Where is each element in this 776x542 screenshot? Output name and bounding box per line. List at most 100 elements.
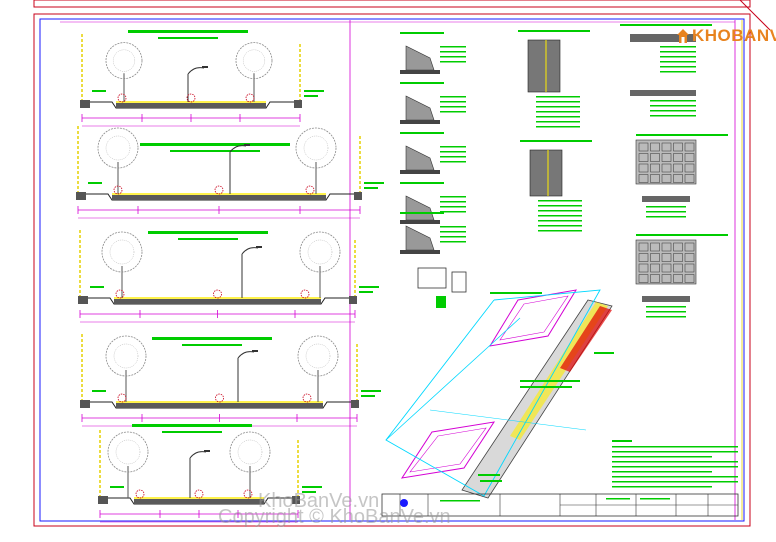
detail-note — [440, 226, 466, 228]
detail-3 — [400, 132, 466, 174]
paver-grid-2 — [635, 234, 728, 318]
marker-0 — [117, 393, 127, 403]
layer-note — [650, 110, 696, 112]
layer-note — [660, 66, 696, 68]
notes-and-title-block — [381, 440, 739, 517]
paver-note — [646, 206, 686, 208]
detail-note — [440, 241, 466, 243]
plan-label — [490, 292, 542, 294]
paver-note — [646, 216, 686, 218]
isometric-plan — [385, 289, 614, 499]
street-lamp-head — [256, 246, 262, 248]
road-pavement — [116, 103, 266, 108]
marker-1 — [215, 393, 224, 403]
detail-note — [440, 161, 466, 163]
curb-left — [98, 496, 108, 504]
detail-hatch — [405, 145, 435, 171]
layer-note — [538, 215, 582, 217]
layer-note — [536, 126, 580, 128]
marker-2 — [302, 393, 312, 403]
curb-left — [76, 192, 86, 200]
paver-note — [646, 311, 686, 313]
callout-bar — [304, 90, 324, 92]
layer-note — [538, 200, 582, 202]
detail-note — [440, 61, 466, 63]
detail-title — [400, 182, 444, 184]
section-title — [128, 30, 248, 33]
detail-hatch — [405, 195, 435, 221]
curb-right — [294, 100, 302, 108]
grid-title — [636, 134, 728, 136]
detail-note — [440, 236, 466, 238]
layer-note — [538, 205, 582, 207]
detail-note — [440, 201, 466, 203]
plan-label — [520, 386, 572, 388]
callout-bar — [88, 182, 102, 184]
outer-frame-top — [33, 0, 751, 8]
detail-note — [440, 101, 466, 103]
layer-note — [650, 105, 696, 107]
note-line — [612, 461, 738, 463]
plan-label — [594, 352, 614, 354]
tree-1-crown-inner — [112, 49, 136, 72]
note-line — [612, 471, 712, 473]
layer-note — [536, 101, 580, 103]
layer-note — [650, 100, 696, 102]
layer-note — [538, 230, 582, 232]
curb-right — [351, 400, 359, 408]
plan-label — [480, 480, 502, 482]
note-line — [612, 456, 712, 458]
section-subtitle — [162, 431, 222, 433]
layer-block — [527, 39, 561, 93]
marker-2 — [243, 489, 253, 499]
house-icon — [677, 29, 689, 43]
layer-title — [520, 140, 592, 142]
layer-note — [538, 210, 582, 212]
note-line — [612, 451, 738, 453]
tree-1-crown-inner — [113, 343, 139, 369]
section-subtitle — [158, 37, 218, 39]
tree-2-crown-inner — [303, 135, 329, 161]
detail-note — [440, 146, 466, 148]
detail-note — [440, 106, 466, 108]
callout-bar — [361, 395, 375, 397]
detail-base — [400, 120, 440, 124]
detail-title — [400, 212, 444, 214]
detail-note — [440, 151, 466, 153]
callout-bar — [304, 95, 318, 97]
detail-hatch — [405, 95, 435, 121]
watermark-line-2: Copyright © KhoBanVe.vn — [218, 506, 451, 528]
paver-section — [642, 196, 690, 202]
layer-block — [529, 149, 563, 197]
curb-left — [80, 400, 90, 408]
planter-top-inner — [499, 295, 569, 341]
road-pavement — [114, 299, 321, 304]
detail-title — [400, 132, 444, 134]
detail-note — [440, 46, 466, 48]
callout-bar — [364, 182, 384, 184]
title-text — [440, 500, 480, 502]
street-lamp-arm — [189, 451, 207, 459]
title-text — [640, 498, 670, 500]
marker-1 — [194, 489, 204, 499]
paver-note — [646, 316, 686, 318]
street-lamp-head — [202, 66, 208, 68]
callout-bar — [110, 486, 124, 488]
note-line — [612, 476, 738, 478]
detail-1 — [400, 32, 466, 74]
detail-drawings — [400, 24, 728, 318]
tree-2-crown-inner — [237, 439, 263, 465]
curb-right — [349, 296, 357, 304]
section-title — [148, 231, 268, 234]
grid-title — [636, 234, 728, 236]
detail-hatch — [405, 45, 435, 71]
callout-bar — [92, 390, 106, 392]
note-line — [612, 486, 712, 488]
marker-1 — [214, 185, 224, 195]
note-line — [612, 481, 738, 483]
layer-note — [660, 56, 696, 58]
curb-left — [80, 100, 90, 108]
small-detail — [417, 267, 467, 293]
callout-bar — [364, 187, 378, 189]
detail-note — [440, 231, 466, 233]
